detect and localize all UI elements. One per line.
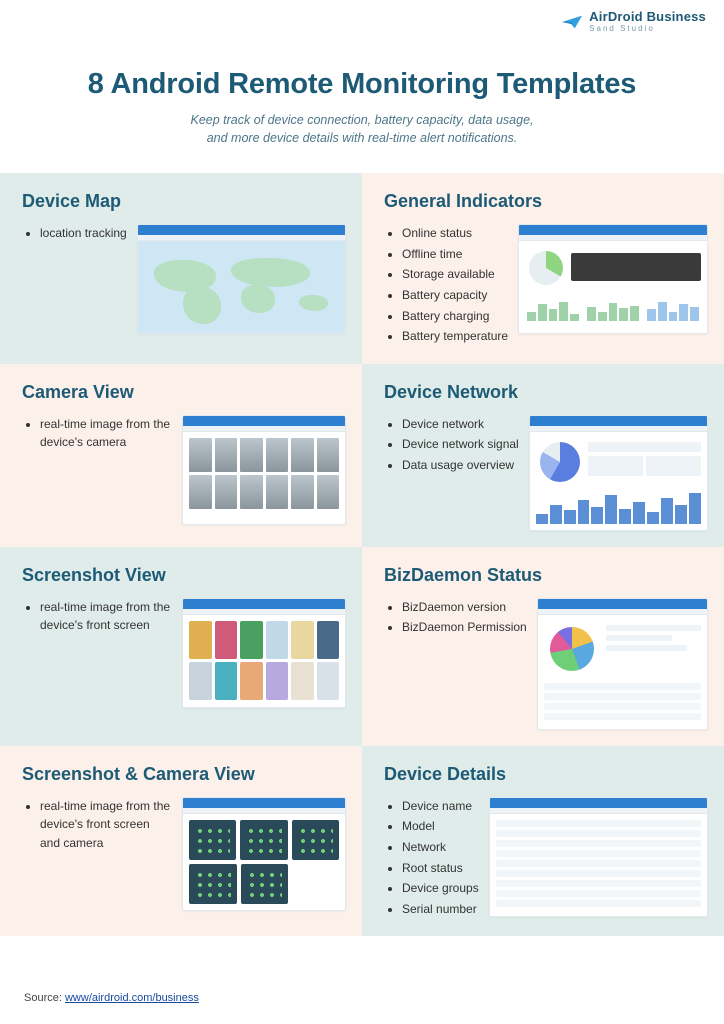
thumbnail-camera: [182, 415, 346, 525]
card-title: Device Network: [384, 382, 708, 403]
thumbnail-combined: [182, 797, 346, 911]
thumbnail-details: [489, 797, 708, 917]
brand-name: AirDroid Business: [589, 10, 706, 23]
card-device-map: Device Map location tracking: [0, 173, 362, 364]
card-bullets: location tracking: [22, 224, 127, 245]
brand-logo: AirDroid Business Sand Studio: [561, 10, 706, 33]
card-screenshot-view: Screenshot View real-time image from the…: [0, 547, 362, 746]
thumbnail-map: [137, 224, 346, 334]
card-general-indicators: General Indicators Online status Offline…: [362, 173, 724, 364]
page-subtitle: Keep track of device connection, battery…: [30, 111, 694, 147]
paper-plane-icon: [561, 14, 583, 30]
card-bullets: Device name Model Network Root status De…: [384, 797, 479, 921]
card-bullets: Online status Offline time Storage avail…: [384, 224, 508, 348]
source-citation: Source: www/airdroid.com/business: [24, 992, 199, 1004]
card-title: General Indicators: [384, 191, 708, 212]
card-bullets: real-time image from the device's front …: [22, 797, 172, 855]
card-device-details: Device Details Device name Model Network…: [362, 746, 724, 937]
thumbnail-screenshot: [182, 598, 346, 708]
card-bullets: real-time image from the device's camera: [22, 415, 172, 454]
card-bizdaemon-status: BizDaemon Status BizDaemon version BizDa…: [362, 547, 724, 746]
thumbnail-bizdaemon: [537, 598, 708, 730]
thumbnail-indicators: [518, 224, 708, 334]
card-title: Device Map: [22, 191, 346, 212]
card-camera-view: Camera View real-time image from the dev…: [0, 364, 362, 547]
brand-subtitle: Sand Studio: [589, 25, 706, 33]
card-title: Camera View: [22, 382, 346, 403]
card-title: BizDaemon Status: [384, 565, 708, 586]
card-bullets: real-time image from the device's front …: [22, 598, 172, 637]
template-grid: Device Map location tracking General Ind…: [0, 173, 724, 936]
thumbnail-network: [529, 415, 708, 531]
source-link[interactable]: www/airdroid.com/business: [65, 992, 199, 1004]
card-bullets: Device network Device network signal Dat…: [384, 415, 519, 477]
card-title: Screenshot & Camera View: [22, 764, 346, 785]
page-title: 8 Android Remote Monitoring Templates: [30, 68, 694, 101]
card-bullets: BizDaemon version BizDaemon Permission: [384, 598, 527, 639]
card-title: Device Details: [384, 764, 708, 785]
card-screenshot-camera-view: Screenshot & Camera View real-time image…: [0, 746, 362, 937]
card-title: Screenshot View: [22, 565, 346, 586]
card-device-network: Device Network Device network Device net…: [362, 364, 724, 547]
